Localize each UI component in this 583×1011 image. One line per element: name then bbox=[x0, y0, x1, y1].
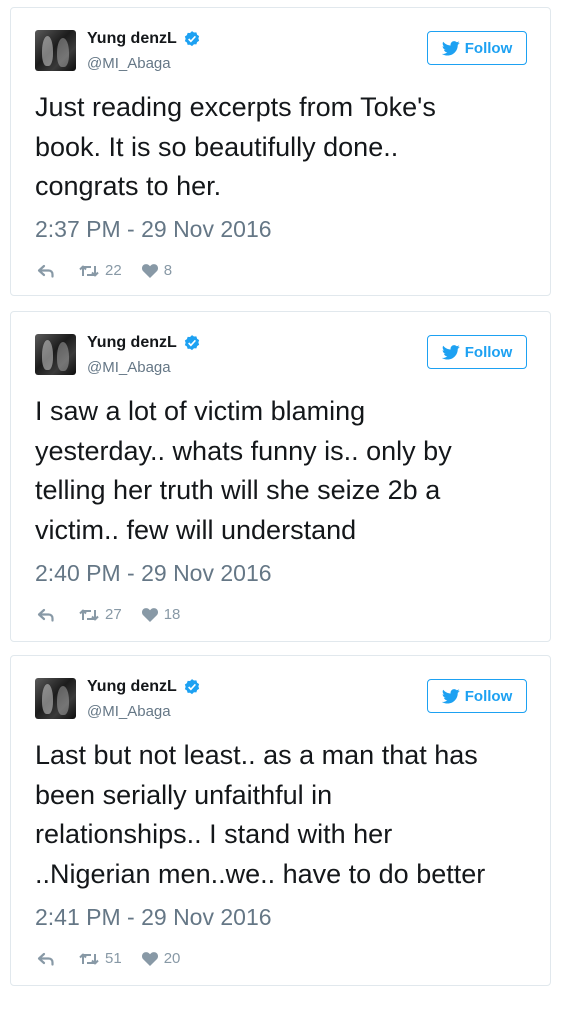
author-handle[interactable]: @MI_Abaga bbox=[87, 703, 171, 720]
retweet-action[interactable]: 51 bbox=[79, 950, 122, 967]
twitter-bird-icon bbox=[441, 344, 460, 360]
verified-badge-icon bbox=[184, 31, 199, 47]
avatar[interactable] bbox=[35, 30, 76, 71]
reply-icon[interactable] bbox=[37, 264, 55, 278]
verified-badge-icon bbox=[184, 679, 199, 695]
heart-icon bbox=[141, 951, 158, 966]
retweet-action[interactable]: 22 bbox=[79, 262, 122, 279]
author-handle[interactable]: @MI_Abaga bbox=[87, 55, 171, 72]
follow-label: Follow bbox=[464, 687, 513, 705]
tweet-timestamp[interactable]: 2:41 PM - 29 Nov 2016 bbox=[35, 904, 272, 931]
like-count: 8 bbox=[163, 262, 173, 279]
avatar[interactable] bbox=[35, 334, 76, 375]
author-name[interactable]: Yung denzL bbox=[87, 334, 177, 352]
retweet-icon bbox=[79, 953, 99, 964]
author-name[interactable]: Yung denzL bbox=[87, 30, 177, 48]
author-row: Yung denzL bbox=[87, 678, 201, 696]
retweet-count: 27 bbox=[105, 606, 122, 623]
retweet-count: 51 bbox=[105, 950, 122, 967]
tweet-actions: 22 8 bbox=[37, 262, 172, 279]
tweet-card: Yung denzL @MI_Abaga Follow Just reading… bbox=[10, 7, 551, 296]
avatar[interactable] bbox=[35, 678, 76, 719]
author-row: Yung denzL bbox=[87, 334, 201, 352]
follow-button[interactable]: Follow bbox=[427, 679, 527, 713]
tweet-text: Last but not least.. as a man that has b… bbox=[35, 740, 486, 889]
heart-icon bbox=[141, 607, 158, 622]
like-count: 18 bbox=[163, 606, 181, 623]
tweet-timestamp[interactable]: 2:37 PM - 29 Nov 2016 bbox=[35, 216, 272, 243]
retweet-icon bbox=[79, 609, 99, 620]
like-action[interactable]: 20 bbox=[141, 950, 181, 967]
author-name[interactable]: Yung denzL bbox=[87, 678, 177, 696]
tweet-text: I saw a lot of victim blaming yesterday.… bbox=[35, 396, 452, 545]
reply-icon[interactable] bbox=[37, 952, 55, 966]
twitter-bird-icon bbox=[441, 40, 460, 56]
follow-button[interactable]: Follow bbox=[427, 31, 527, 65]
like-action[interactable]: 18 bbox=[141, 606, 181, 623]
follow-label: Follow bbox=[464, 343, 513, 361]
tweet-actions: 51 20 bbox=[37, 950, 180, 967]
retweet-action[interactable]: 27 bbox=[79, 606, 122, 623]
heart-icon bbox=[141, 263, 158, 278]
follow-label: Follow bbox=[464, 39, 513, 57]
tweet-text: Just reading excerpts from Toke's book. … bbox=[35, 92, 436, 201]
retweet-count: 22 bbox=[105, 262, 122, 279]
twitter-bird-icon bbox=[441, 688, 460, 704]
verified-badge-icon bbox=[184, 335, 199, 351]
like-action[interactable]: 8 bbox=[141, 262, 173, 279]
reply-icon[interactable] bbox=[37, 608, 55, 622]
retweet-icon bbox=[79, 265, 99, 276]
tweet-actions: 27 18 bbox=[37, 606, 180, 623]
follow-button[interactable]: Follow bbox=[427, 335, 527, 369]
tweet-timestamp[interactable]: 2:40 PM - 29 Nov 2016 bbox=[35, 560, 272, 587]
author-handle[interactable]: @MI_Abaga bbox=[87, 359, 171, 376]
like-count: 20 bbox=[163, 950, 181, 967]
tweet-card: Yung denzL @MI_Abaga Follow Last but not… bbox=[10, 655, 551, 986]
tweet-card: Yung denzL @MI_Abaga Follow I saw a lot … bbox=[10, 311, 551, 642]
author-row: Yung denzL bbox=[87, 30, 201, 48]
